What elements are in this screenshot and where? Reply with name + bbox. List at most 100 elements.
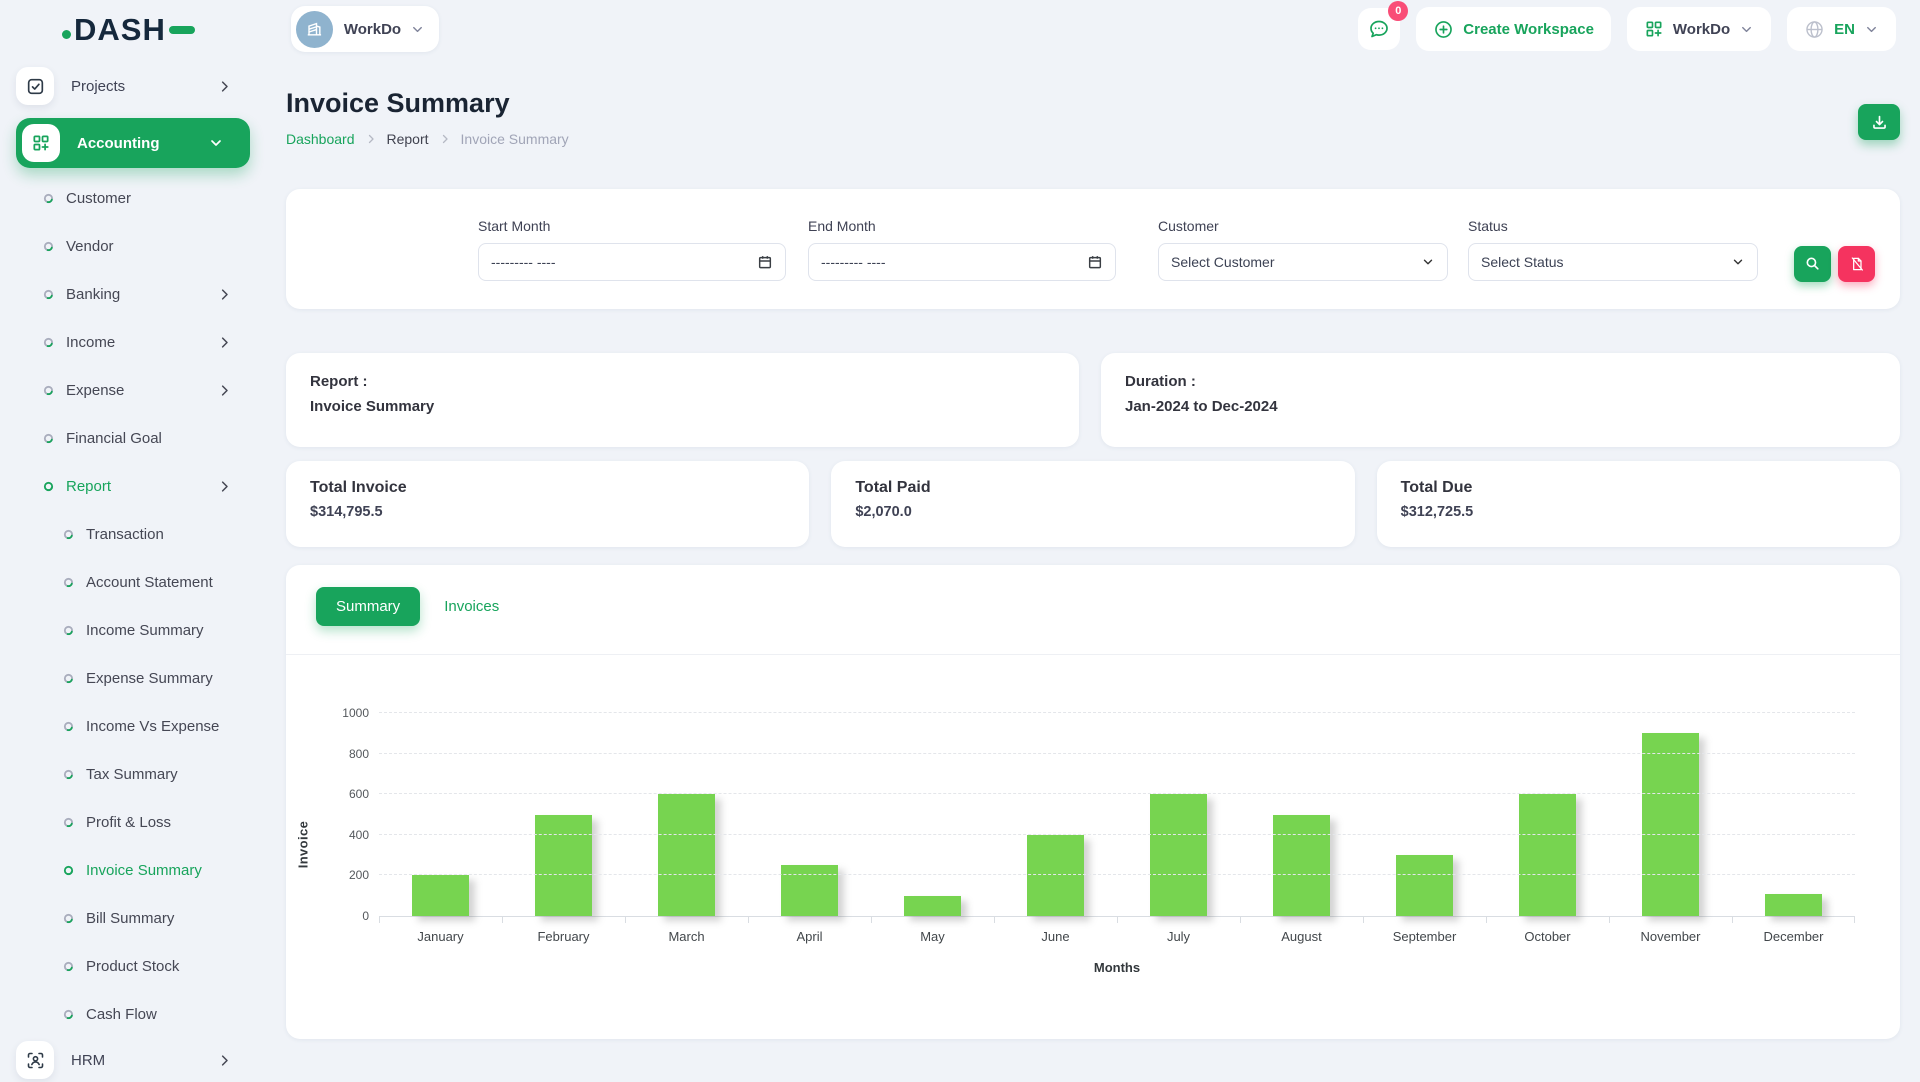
bullet-icon — [63, 529, 74, 540]
bullet-icon — [63, 913, 74, 924]
chevron-down-icon — [1421, 255, 1435, 269]
tab-summary[interactable]: Summary — [316, 587, 420, 626]
gridline — [379, 753, 1855, 754]
bar-april[interactable] — [781, 865, 839, 916]
sidebar-item-vendor[interactable]: Vendor — [16, 222, 258, 270]
breadcrumb: Dashboard Report Invoice Summary — [286, 131, 569, 147]
download-report-button[interactable] — [1858, 104, 1900, 140]
breadcrumb-current: Invoice Summary — [461, 131, 569, 147]
sidebar-item-projects[interactable]: Projects — [16, 64, 258, 108]
sidebar-item-product-stock[interactable]: Product Stock — [16, 942, 258, 990]
bar-slot — [1486, 713, 1609, 916]
sidebar-item-profit-loss[interactable]: Profit & Loss — [16, 798, 258, 846]
bar-november[interactable] — [1642, 733, 1700, 916]
breadcrumb-report[interactable]: Report — [387, 131, 429, 147]
y-axis-title: Invoice — [279, 713, 327, 975]
sidebar-item-financial-goal[interactable]: Financial Goal — [16, 414, 258, 462]
sidebar-item-income-vs-expense[interactable]: Income Vs Expense — [16, 702, 258, 750]
bar-october[interactable] — [1519, 794, 1577, 916]
bullet-icon — [63, 721, 74, 732]
sidebar-item-income[interactable]: Income — [16, 318, 258, 366]
y-tick-label: 800 — [349, 747, 369, 761]
grid-plus-icon — [1644, 19, 1664, 39]
customer-select[interactable]: Select Customer — [1158, 243, 1448, 281]
header-actions: 0 Create Workspace WorkDo EN — [1358, 7, 1896, 51]
create-workspace-button[interactable]: Create Workspace — [1416, 7, 1611, 51]
totals-row: Total Invoice$314,795.5Total Paid$2,070.… — [286, 461, 1900, 547]
bullet-icon — [63, 961, 74, 972]
gridline — [379, 793, 1855, 794]
bullet-icon — [63, 865, 74, 876]
sidebar-item-accounting[interactable]: Accounting — [16, 118, 250, 168]
status-select[interactable]: Select Status — [1468, 243, 1758, 281]
bar-july[interactable] — [1150, 794, 1208, 916]
status-label: Status — [1468, 218, 1758, 234]
bullet-icon — [63, 625, 74, 636]
sidebar-item-invoice-summary[interactable]: Invoice Summary — [16, 846, 258, 894]
sidebar-item-banking[interactable]: Banking — [16, 270, 258, 318]
duration-label: Duration : — [1125, 373, 1876, 390]
y-tick-label: 0 — [362, 909, 369, 923]
workspace-avatar — [296, 11, 333, 48]
sidebar-item-cash-flow[interactable]: Cash Flow — [16, 990, 258, 1038]
sidebar-item-report[interactable]: Report — [16, 462, 258, 510]
start-month-input[interactable]: --------- ---- — [478, 243, 786, 281]
sidebar-item-transaction[interactable]: Transaction — [16, 510, 258, 558]
sidebar-item-hrm[interactable]: HRM — [16, 1038, 258, 1082]
sidebar-item-expense-summary[interactable]: Expense Summary — [16, 654, 258, 702]
bullet-icon — [43, 289, 54, 300]
sidebar-item-bill-summary[interactable]: Bill Summary — [16, 894, 258, 942]
bar-slot — [1609, 713, 1732, 916]
total-card-value: $314,795.5 — [310, 504, 785, 520]
sidebar-item-tax-summary[interactable]: Tax Summary — [16, 750, 258, 798]
sidebar-item-expense[interactable]: Expense — [16, 366, 258, 414]
bullet-icon — [63, 769, 74, 780]
bar-september[interactable] — [1396, 855, 1454, 916]
bar-march[interactable] — [658, 794, 716, 916]
language-selector[interactable]: EN — [1787, 7, 1896, 51]
sidebar-item-income-summary[interactable]: Income Summary — [16, 606, 258, 654]
bar-slot — [748, 713, 871, 916]
bar-slot — [1117, 713, 1240, 916]
bar-june[interactable] — [1027, 835, 1085, 916]
sidebar-item-label: Projects — [71, 78, 125, 95]
bar-february[interactable] — [535, 815, 593, 917]
bullet-icon — [43, 193, 54, 204]
language-code: EN — [1834, 21, 1855, 38]
breadcrumb-dashboard[interactable]: Dashboard — [286, 131, 355, 147]
bullet-icon — [63, 577, 74, 588]
chevron-down-icon — [1864, 22, 1879, 37]
bullet-icon — [63, 1009, 74, 1020]
app-menu-button[interactable]: WorkDo — [1627, 7, 1771, 51]
tab-invoices[interactable]: Invoices — [444, 598, 499, 615]
clear-filter-button[interactable] — [1838, 246, 1875, 282]
workspace-switcher[interactable]: WorkDo — [291, 6, 439, 52]
download-icon — [1870, 113, 1889, 132]
chevron-down-icon — [1739, 22, 1754, 37]
bar-january[interactable] — [412, 875, 470, 916]
chart-plot-area: 02004006008001000 — [379, 713, 1855, 917]
total-card-total-paid: Total Paid$2,070.0 — [831, 461, 1354, 547]
bar-august[interactable] — [1273, 815, 1331, 917]
apply-filter-button[interactable] — [1794, 246, 1831, 282]
x-tick-february: February — [502, 917, 625, 944]
end-month-label: End Month — [808, 218, 1116, 234]
x-tick-march: March — [625, 917, 748, 944]
chevron-down-icon — [208, 135, 224, 151]
app-logo[interactable]: DASH — [62, 14, 195, 45]
messages-button[interactable]: 0 — [1358, 8, 1400, 50]
end-month-input[interactable]: --------- ---- — [808, 243, 1116, 281]
gridline — [379, 834, 1855, 835]
x-tick-october: October — [1486, 917, 1609, 944]
status-selected-value: Select Status — [1481, 254, 1564, 270]
accounting-icon-box — [22, 124, 60, 162]
accounting-submenu: CustomerVendorBankingIncomeExpenseFinanc… — [16, 174, 258, 510]
checkbox-check-icon — [25, 76, 46, 97]
bar-may[interactable] — [904, 896, 962, 916]
x-tick-september: September — [1363, 917, 1486, 944]
workspace-name: WorkDo — [344, 21, 401, 38]
sidebar-item-customer[interactable]: Customer — [16, 174, 258, 222]
sidebar-item-account-statement[interactable]: Account Statement — [16, 558, 258, 606]
bar-slot — [1240, 713, 1363, 916]
bar-december[interactable] — [1765, 894, 1823, 916]
